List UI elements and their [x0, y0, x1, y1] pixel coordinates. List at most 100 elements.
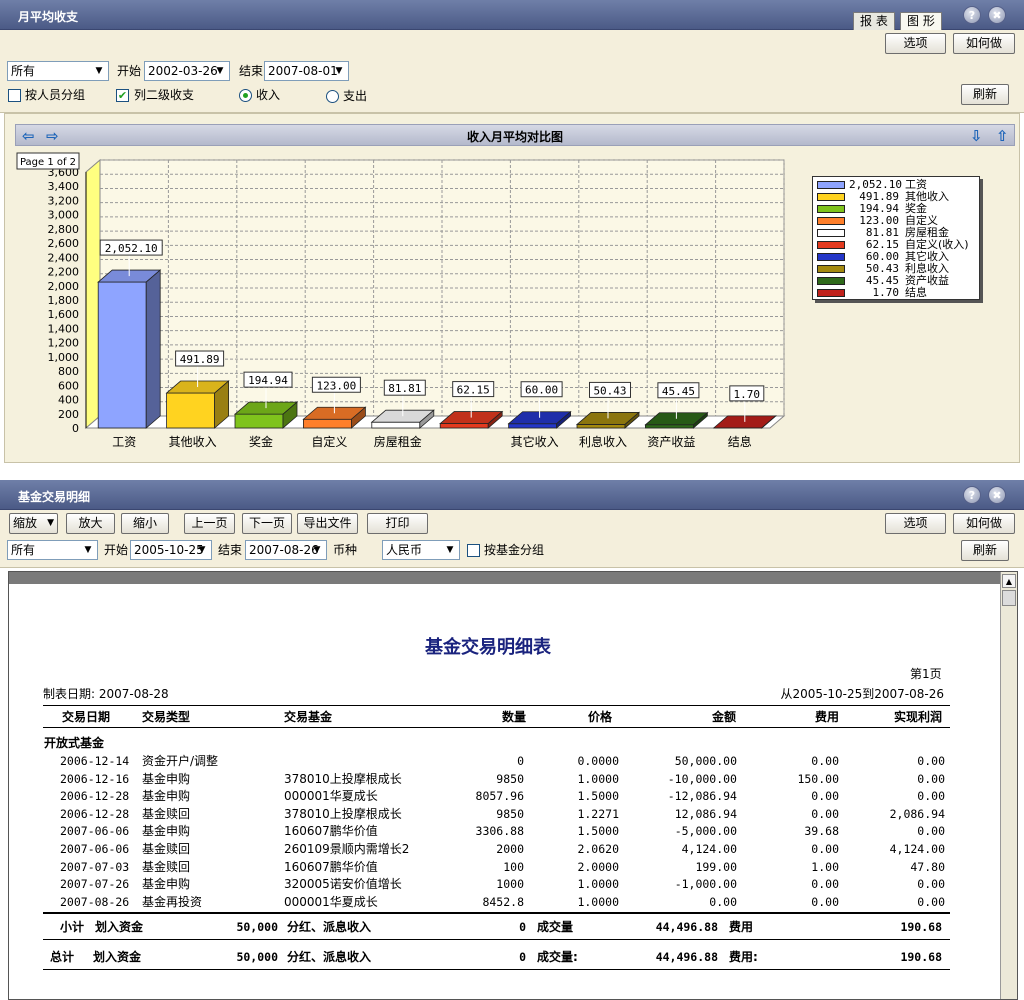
subtotal-vol-label: 成交量 [537, 920, 574, 934]
y-tick-label: 1,600 [48, 308, 80, 321]
cell-profit: 0.00 [917, 789, 945, 804]
col-price: 价格 [587, 710, 612, 724]
cell-type: 资金开户/调整 [142, 754, 219, 768]
cell-qty: 1000 [496, 877, 524, 892]
bar-side [145, 269, 161, 429]
value-label: 491.89 [180, 353, 220, 366]
legend-swatch [817, 241, 845, 249]
value-label: 81.81 [388, 382, 421, 395]
cell-date: 2007-06-06 [60, 842, 130, 856]
y-tick-label: 1,200 [48, 337, 80, 350]
x-tick-label: 房屋租金 [374, 434, 422, 449]
col-profit: 实现利润 [893, 710, 942, 724]
cell-price: 1.2271 [577, 806, 619, 821]
cell-fee: 0.00 [811, 877, 839, 892]
value-label: 2,052.10 [105, 242, 158, 255]
options-button[interactable]: 选项 [885, 513, 946, 534]
fund-scope-value: 所有 [11, 543, 36, 557]
fund-start-date-select[interactable]: 2005-10-25 ▼ [130, 540, 212, 560]
subtotal-div-label: 分红、派息收入 [287, 920, 372, 934]
legend-swatch [817, 193, 845, 201]
cell-profit: 4,124.00 [889, 842, 945, 856]
y-tick-label: 600 [58, 379, 79, 392]
chevron-down-icon: ▼ [446, 545, 454, 555]
date-range: 从2005-10-25到2007-08-26 [780, 687, 944, 701]
zoom-dropdown[interactable]: 缩放 ▼ [9, 513, 58, 534]
cell-price: 0.0000 [577, 754, 619, 768]
fund-scope-select[interactable]: 所有 ▼ [7, 540, 98, 560]
y-tick-label: 2,600 [48, 237, 80, 250]
subtotal-div-value: 0 [519, 920, 526, 934]
subtotal-label: 小计 [60, 920, 85, 934]
cell-amount: -1,000.00 [674, 877, 737, 892]
cell-price: 2.0620 [577, 842, 619, 856]
group-by-fund-checkbox[interactable] [467, 544, 480, 557]
cell-type: 基金赎回 [142, 842, 191, 856]
y-tick-label: 1,800 [48, 294, 80, 307]
cell-fund: 160607鹏华价值 [284, 859, 378, 874]
cell-date: 2007-07-26 [60, 877, 130, 892]
cell-fund: 160607鹏华价值 [284, 824, 378, 839]
close-icon[interactable]: ✖ [988, 486, 1006, 504]
currency-label: 币种 [333, 543, 358, 557]
cell-qty: 8452.8 [482, 894, 524, 909]
x-tick-label: 奖金 [249, 434, 273, 449]
bar [234, 413, 284, 429]
bar [576, 424, 626, 429]
scroll-thumb[interactable] [1002, 590, 1016, 606]
y-tick-label: 2,200 [48, 266, 80, 279]
group-by-fund-label: 按基金分组 [484, 543, 545, 557]
divider [43, 912, 950, 914]
subtotal-in-value: 50,000 [236, 920, 278, 934]
export-button[interactable]: 导出文件 [297, 513, 358, 534]
chevron-down-icon: ▼ [47, 518, 54, 528]
total-in-value: 50,000 [236, 950, 278, 964]
zoom-in-button[interactable]: 放大 [66, 513, 115, 534]
cell-qty: 9850 [496, 771, 524, 786]
legend-swatch [817, 265, 845, 273]
total-fee-value: 190.68 [900, 950, 942, 964]
cell-fee: 0.00 [811, 894, 839, 909]
divider [43, 705, 950, 706]
cell-profit: 0.00 [917, 894, 945, 909]
cell-fund: 000001华夏成长 [284, 894, 378, 909]
section-open-fund: 开放式基金 [44, 736, 105, 750]
cell-amount: 0.00 [709, 894, 737, 909]
vertical-scrollbar[interactable]: ▲ [1000, 572, 1017, 999]
legend-swatch [817, 181, 845, 189]
col-date: 交易日期 [62, 710, 111, 724]
cell-qty: 9850 [496, 806, 524, 821]
next-page-button[interactable]: 下一页 [242, 513, 292, 534]
subtotal-fee-value: 190.68 [900, 920, 942, 934]
legend-swatch [817, 217, 845, 225]
fund-end-date-select[interactable]: 2007-08-26 ▼ [245, 540, 327, 560]
prev-page-button[interactable]: 上一页 [184, 513, 235, 534]
legend-swatch [817, 253, 845, 261]
howto-button[interactable]: 如何做 [953, 513, 1015, 534]
cell-qty: 0 [517, 754, 524, 768]
chart-legend: 2,052.10 工资 491.89 其他收入 194.94 奖金 123.00 自定义 81.… [812, 176, 980, 300]
divider [43, 939, 950, 940]
chevron-down-icon: ▼ [84, 545, 92, 555]
total-in-label: 划入资金 [93, 950, 142, 964]
help-icon[interactable]: ? [963, 486, 981, 504]
divider [43, 969, 950, 970]
page-number: 第1页 [910, 667, 942, 681]
report-topbar [9, 572, 1017, 584]
value-label: 60.00 [525, 384, 558, 397]
refresh-button[interactable]: 刷新 [961, 540, 1009, 561]
bar [508, 423, 558, 429]
zoom-out-button[interactable]: 缩小 [121, 513, 169, 534]
bar [645, 424, 694, 429]
currency-select[interactable]: 人民币 ▼ [382, 540, 460, 560]
cell-price: 1.0000 [577, 877, 619, 892]
value-label: 50.43 [593, 384, 626, 397]
col-qty: 数量 [501, 710, 526, 724]
cell-fee: 0.00 [811, 754, 839, 768]
cell-fund: 320005诺安价值增长 [284, 877, 402, 892]
cell-date: 2006-12-28 [60, 789, 130, 804]
scroll-up-icon[interactable]: ▲ [1002, 574, 1016, 588]
legend-swatch [817, 277, 845, 285]
print-button[interactable]: 打印 [367, 513, 428, 534]
cell-type: 基金申购 [142, 824, 191, 839]
